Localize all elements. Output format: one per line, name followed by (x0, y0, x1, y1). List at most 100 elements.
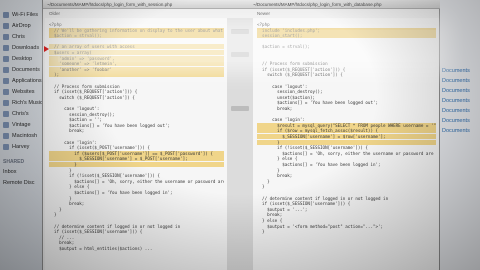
window-title-bar: ~/Documents/MAMP/htdocs/php_login_form_w… (43, 0, 441, 9)
code-line: } (257, 229, 265, 235)
code-line: break; (257, 173, 293, 179)
highlight-band (58, 30, 438, 62)
code-line: if (isset($_REQUEST['action'])) { (257, 66, 346, 72)
folder-icon (3, 23, 9, 29)
code-line: $action = ''; (49, 117, 102, 123)
folder-icon (3, 122, 9, 128)
background-list-item: Documents (442, 128, 470, 134)
current-change-arrow-icon (44, 46, 49, 52)
right-file-path: ~/Documents/MAMP/htdocs/php_login_form_w… (253, 1, 382, 7)
code-line: $actions[] = 'You have been logged out'; (257, 100, 379, 106)
screen: Wi-Fi Files AirDrop Chris Downloads Desktop D… (0, 0, 480, 270)
code-line: switch ($_REQUEST['action']) { (49, 94, 135, 100)
code-line: break; (257, 106, 293, 111)
code-line: $actions[] = 'Oh, sorry, either the user… (74, 178, 224, 184)
folder-icon (3, 34, 9, 40)
folder-icon (3, 111, 9, 117)
code-line: case 'logout': (257, 83, 308, 89)
code-line: session_destroy(); (257, 89, 323, 95)
sidebar-item-label: Applications (12, 78, 42, 84)
code-line: } (257, 139, 436, 145)
sidebar-item-label: Vintage (12, 122, 31, 128)
gutter-change-marker[interactable] (231, 106, 249, 111)
folder-icon (3, 144, 9, 150)
sidebar-item-label: Macintosh (12, 133, 38, 139)
code-line: if (isset($_SESSION['username'])) { (49, 229, 143, 235)
right-pane-header: Newer (257, 10, 271, 16)
code-line: // ... (49, 234, 75, 240)
sidebar-section-heading: SHARED (3, 159, 25, 165)
background-finder-list: Documents Documents Documents Documents Docu… (440, 0, 480, 270)
code-line: $_SESSION['username'] = $_POST['username… (49, 156, 224, 162)
code-line: } (257, 167, 280, 173)
background-list-item: Documents (442, 108, 470, 114)
sidebar-item-label: Chris (12, 34, 25, 40)
pane-headers: Older Newer (43, 9, 441, 17)
code-line: $actions[] = 'You have been logged out'; (49, 122, 171, 128)
code-line: 'another' => 'foobar' (49, 66, 224, 72)
code-line: $actions[] = 'You have been logged in'; (257, 162, 381, 167)
code-line: if ($row = mysql_fetch_assoc($result)) { (257, 128, 436, 134)
code-line: case 'login': (257, 117, 305, 123)
code-line: $_SESSION['username'] = $row['username']… (257, 134, 436, 139)
code-line: break; (257, 212, 283, 218)
code-line: } (257, 178, 270, 184)
code-line: <?php (49, 22, 62, 27)
background-list-item: Documents (442, 88, 470, 94)
code-line: if (isset($_POST['username'])) { (49, 145, 150, 151)
code-line: } else { (49, 184, 90, 190)
code-line: } (257, 184, 265, 190)
code-line: if (isset($_SESSION['username'])) { (257, 201, 351, 207)
code-line: $actions[] = 'Oh, sorry, either the user… (282, 150, 436, 156)
code-line: if (!isset($_SESSION['username'])) { (49, 173, 160, 179)
sidebar-item-label: Chris's (12, 111, 29, 117)
folder-icon (3, 89, 9, 95)
code-line: session_destroy(); (49, 111, 115, 117)
code-line: switch ($_REQUEST['action']) { (257, 72, 343, 78)
code-line: $output = '...'; (257, 206, 308, 212)
code-line: unset($action); (257, 94, 315, 100)
code-line: } (49, 206, 62, 212)
code-line: break; (49, 201, 85, 207)
folder-icon (3, 12, 9, 18)
code-line: case 'login': (49, 139, 97, 145)
folder-icon (3, 100, 9, 106)
code-line: $output = '<form method="post" action=".… (257, 223, 384, 229)
code-line: // Process form submission (49, 83, 120, 89)
sidebar-item-label: AirDrop (12, 23, 31, 29)
left-file-path: ~/Documents/MAMP/htdocs/php_login_form_w… (47, 1, 173, 7)
folder-icon (3, 78, 9, 84)
background-list-item: Documents (442, 78, 470, 84)
sidebar-item-label: Wi-Fi Files (12, 12, 38, 18)
code-line: } (49, 162, 224, 167)
folder-icon (3, 56, 9, 62)
code-line: } (49, 212, 57, 218)
code-line: break; (49, 128, 85, 134)
sidebar-item-label: Harvey (12, 144, 30, 150)
sidebar-item-label: Rich's Music (12, 100, 43, 106)
code-line: } else { (257, 218, 283, 223)
code-line: $result = mysql_query("SELECT * FROM peo… (257, 122, 436, 128)
sidebar-item-label: Downloads (12, 45, 40, 51)
code-line: if (isset($_REQUEST['action'])) { (49, 89, 138, 95)
background-list-item: Documents (442, 98, 470, 104)
code-line: } (49, 167, 72, 173)
code-line: break; (49, 240, 75, 246)
code-line: if (!isset($_SESSION['username'])) { (257, 145, 368, 151)
code-line: <?php (257, 22, 270, 27)
sidebar-item-label: Desktop (12, 56, 33, 62)
code-line: // determine content if logged in or not… (257, 195, 389, 201)
background-list-item: Documents (442, 68, 470, 74)
sidebar-item-label: Websites (12, 89, 35, 95)
code-line: } (49, 195, 72, 201)
code-line: if ($users[$_POST['username']] == $_POST… (49, 150, 224, 156)
left-pane-header: Older (49, 10, 61, 16)
code-line: // determine content if logged in or not… (49, 223, 181, 229)
